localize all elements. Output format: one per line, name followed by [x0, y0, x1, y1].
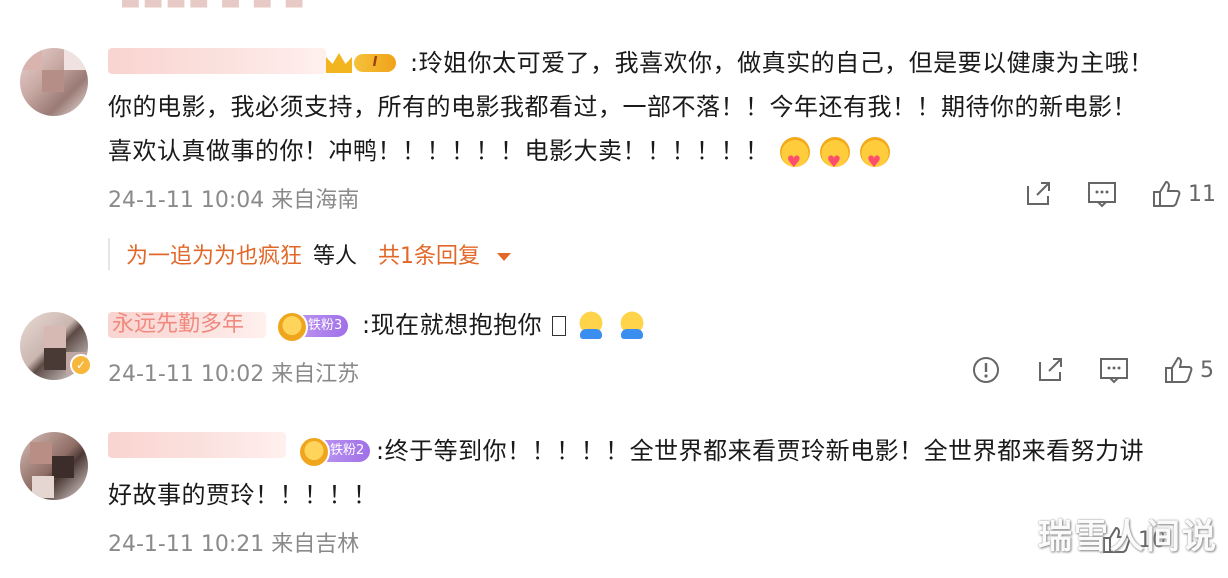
replies-preview[interactable]: 为一追为为也疯狂 等人 共1条回复: [126, 238, 512, 270]
username-blurred[interactable]: [108, 48, 326, 74]
reply-suffix: 等人: [313, 244, 358, 269]
timestamp: 24-1-11 10:02: [108, 362, 265, 387]
fan-badge-icon: [298, 436, 330, 468]
comment-text: 你的电影，我必须支持，所有的电影我都看过，一部不落！！今年还有我！！期待你的新电…: [108, 93, 1137, 121]
comment-actions: 11: [1022, 178, 1216, 210]
comment-text: :终于等到你！！！！！全世界都来看贾玲新电影！全世界都来看努力讲: [376, 437, 1145, 465]
heart-eyes-emoji-icon: [779, 137, 810, 183]
avatar[interactable]: [20, 432, 88, 500]
chevron-down-icon[interactable]: [497, 253, 512, 261]
avatar[interactable]: [20, 48, 88, 116]
level-label: I: [354, 54, 396, 72]
fan-badge-icon: [276, 311, 308, 343]
location: 来自海南: [271, 188, 360, 213]
hug-emoji-icon: [616, 311, 647, 341]
share-icon[interactable]: [1022, 178, 1054, 210]
crown-icon: [326, 53, 352, 73]
heart-eyes-emoji-icon: [859, 137, 890, 183]
timestamp: 24-1-11 10:04: [108, 188, 265, 213]
like-count: 11: [1188, 181, 1216, 207]
fan-level-badge[interactable]: 铁粉3: [276, 311, 349, 343]
comment-meta: 24-1-11 10:04 来自海南: [108, 182, 359, 214]
comment-meta: 24-1-11 10:21 来自吉林: [108, 526, 359, 558]
comment-text: :现在就想抱抱你: [362, 304, 647, 346]
like-icon[interactable]: [1150, 178, 1182, 210]
vip-level-badge[interactable]: I: [326, 53, 396, 73]
fan-badge-label: 铁粉2: [330, 443, 365, 458]
comment-text-line: :现在就想抱抱你: [362, 311, 543, 339]
timestamp: 24-1-11 10:21: [108, 532, 265, 557]
location: 来自吉林: [271, 532, 360, 557]
verified-badge-icon: ✓: [70, 354, 92, 376]
fan-badge-label: 铁粉3: [308, 318, 343, 333]
reply-username[interactable]: 为一追为为也疯狂: [126, 244, 302, 269]
comment-actions: 5: [970, 354, 1214, 386]
comment-icon[interactable]: [1098, 354, 1130, 386]
comment-text-line: 喜欢认真做事的你！冲鸭！！！！！！电影大卖！！！！！！: [108, 137, 770, 165]
heart-eyes-emoji-icon: [819, 137, 850, 183]
location: 来自江苏: [271, 362, 360, 387]
comment-list: ▬▬▬▬ ▬ ▬ ▬ I :玲姐你太可爱了，我喜欢你，做真实的自己，但是要以健康…: [0, 0, 1228, 578]
comment-text: 喜欢认真做事的你！冲鸭！！！！！！电影大卖！！！！！！: [108, 130, 890, 183]
share-icon[interactable]: [1034, 354, 1066, 386]
watermark: 瑞雪人间说: [1038, 517, 1218, 557]
hug-emoji-icon: [576, 311, 607, 341]
username[interactable]: 永远先勤多年: [108, 312, 266, 338]
comment-meta: 24-1-11 10:02 来自江苏: [108, 356, 359, 388]
fan-level-badge[interactable]: 铁粉2: [298, 436, 371, 468]
comment-icon[interactable]: [1086, 178, 1118, 210]
missing-glyph-box: [552, 316, 567, 336]
username-blurred[interactable]: [108, 432, 286, 458]
comment-text: 好故事的贾玲！！！！！: [108, 481, 378, 509]
report-icon[interactable]: [970, 354, 1002, 386]
like-count: 5: [1200, 357, 1214, 383]
reply-divider: [108, 238, 110, 270]
like-icon[interactable]: [1162, 354, 1194, 386]
clipped-previous-content: ▬▬▬▬ ▬ ▬ ▬: [120, 0, 307, 15]
comment-text: :玲姐你太可爱了，我喜欢你，做真实的自己，但是要以健康为主哦！: [410, 49, 1154, 77]
reply-count-link[interactable]: 共1条回复: [378, 244, 480, 269]
